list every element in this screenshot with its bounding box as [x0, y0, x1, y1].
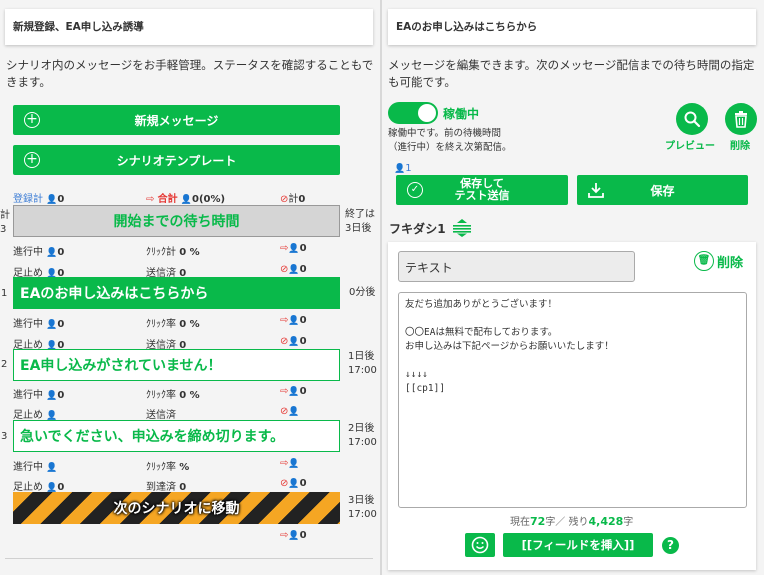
message-body-textarea[interactable]: 友だち追加ありがとうございます！ 〇〇EAは無料で配布しております。 お申し込み… [398, 292, 747, 508]
user-icon: 👤 [288, 387, 300, 397]
download-icon [588, 183, 604, 198]
user-icon: 👤 [288, 531, 300, 541]
exit-icon: ⇨ [146, 194, 155, 205]
side-end-note: 終了は 3日後 [345, 209, 375, 234]
delete-button[interactable] [725, 103, 757, 135]
user-icon: 👤 [46, 391, 58, 401]
smile-icon [471, 536, 489, 554]
help-icon[interactable]: ? [662, 537, 679, 554]
status-note: 稼働中です。前の待機時間 （進行中）を終え次第配信。 [388, 128, 512, 153]
user-icon: 👤 [288, 244, 300, 254]
user-icon: 👤 [288, 459, 300, 469]
plus-icon: + [24, 152, 40, 168]
user-icon: 👤 [288, 337, 300, 347]
user-icon: 👤 [46, 248, 58, 258]
user-icon: 👤 [46, 195, 58, 205]
message-type-select[interactable]: テキスト [398, 251, 635, 282]
scenario-template-button[interactable]: + シナリオテンプレート [13, 145, 340, 175]
ban-icon: ⊘ [280, 406, 289, 417]
message-number: 2 [1, 359, 8, 370]
exit-icon: ⇨ [280, 386, 289, 397]
user-count: 👤1 [394, 163, 412, 174]
next-scenario-block[interactable]: 次のシナリオに移動 [13, 492, 340, 524]
user-icon: 👤 [288, 407, 300, 417]
user-icon: 👤 [288, 316, 300, 326]
message-title: EAのお申し込みはこちらから [388, 9, 756, 45]
bubble-title: フキダシ1 [389, 222, 446, 236]
message-number: 3 [1, 431, 8, 442]
side-count: 計 3 [0, 210, 10, 235]
message-timing: 1日後 17:00 [348, 351, 377, 376]
user-icon: 👤 [288, 265, 300, 275]
user-icon: 👤 [46, 463, 58, 473]
divider-line [5, 558, 373, 559]
delete-label[interactable]: 削除 [730, 137, 750, 152]
insert-field-button[interactable]: [[フィールドを挿入]] [503, 533, 653, 557]
exit-icon: ⇨ [280, 530, 289, 541]
user-icon: 👤 [288, 479, 300, 489]
plus-icon: + [24, 112, 40, 128]
new-message-button[interactable]: + 新規メッセージ [13, 105, 340, 135]
search-icon [684, 111, 701, 128]
status-label: 稼働中 [443, 107, 480, 121]
registered-total-link[interactable]: 登録計 [13, 194, 43, 205]
message-timing: 2日後 17:00 [348, 423, 377, 448]
save-button[interactable]: 保存 [577, 175, 748, 205]
exit-icon: ⇨ [280, 243, 289, 254]
message-block[interactable]: 急いでください、申込みを締め切ります。 [13, 420, 340, 452]
message-block[interactable]: EA申し込みがされていません！ [13, 349, 340, 381]
message-timing: 0分後 [349, 287, 376, 298]
exit-icon: ⇨ [280, 315, 289, 326]
bubble-delete-button[interactable]: 🗑 削除 [694, 251, 743, 271]
user-icon: 👤 [46, 320, 58, 330]
save-and-test-button[interactable]: ✓ 保存して テスト送信 [396, 175, 568, 205]
user-icon: 👤 [394, 164, 406, 174]
trash-icon: 🗑 [694, 251, 714, 271]
toggle-knob [418, 104, 436, 122]
ban-icon: ⊘ [280, 336, 289, 347]
message-block[interactable]: EAのお申し込みはこちらから [13, 277, 340, 309]
message-number: 1 [1, 288, 8, 299]
character-counter: 現在72字／ 残り4,428字 [510, 515, 634, 528]
next-scenario-timing: 3日後 17:00 [348, 495, 377, 520]
emoji-button[interactable] [465, 533, 495, 557]
scenario-description: シナリオ内のメッセージをお手軽管理。ステータスを確認することもできます。 [6, 58, 374, 89]
trash-icon [735, 111, 747, 128]
scenario-title: 新規登録、EA申し込み誘導 [5, 9, 373, 45]
editor-description: メッセージを編集できます。次のメッセージ配信までの待ち時間の指定も可能です。 [388, 58, 755, 89]
drag-handle-icon[interactable] [452, 219, 472, 237]
wait-time-block[interactable]: 開始までの待ち時間 [13, 205, 340, 237]
exit-icon: ⇨ [280, 458, 289, 469]
ban-icon: ⊘ [280, 264, 289, 275]
ban-icon: ⊘ [280, 478, 289, 489]
preview-label[interactable]: プレビュー [665, 137, 715, 152]
active-toggle[interactable] [388, 102, 438, 124]
check-icon: ✓ [407, 182, 423, 198]
preview-button[interactable] [676, 103, 708, 135]
user-icon: 👤 [180, 195, 192, 205]
